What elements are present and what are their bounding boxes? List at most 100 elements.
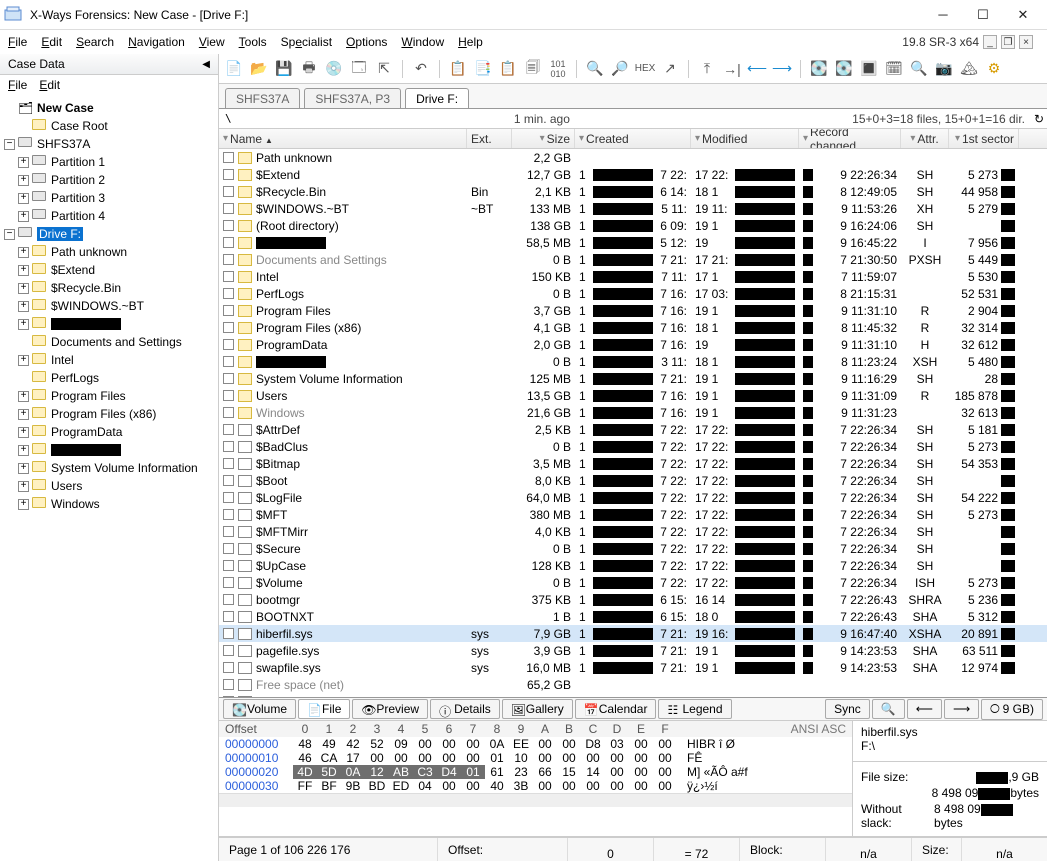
tree-toggle[interactable]: +	[18, 481, 29, 492]
tree-toggle[interactable]: +	[18, 211, 29, 222]
tree-drive-f[interactable]: −Drive F:	[4, 225, 218, 243]
tree-perflogs[interactable]: PerfLogs	[4, 369, 218, 387]
file-row[interactable]: $MFT380 MB17 22:17 22:7 22:26:34SH5 273	[219, 506, 1047, 523]
viewtab-legend[interactable]: ☷Legend	[658, 699, 731, 719]
hex-row[interactable]: 000000204D5D0A12ABC3D4016123661514000000…	[219, 765, 852, 779]
find-hex-icon[interactable]: 🔎	[609, 58, 631, 80]
tree-toggle[interactable]: +	[18, 247, 29, 258]
viewtab-details[interactable]: ⓘDetails	[430, 699, 500, 719]
col-record[interactable]: ▾Record changed	[799, 129, 901, 148]
tree-toggle[interactable]: +	[18, 319, 29, 330]
back-icon[interactable]: ⟵	[746, 58, 768, 80]
file-row[interactable]: $Secure0 B17 22:17 22:7 22:26:34SH	[219, 540, 1047, 557]
refresh-icon[interactable]: ↻	[1031, 112, 1047, 126]
tree-toggle[interactable]: +	[18, 157, 29, 168]
tree-extend[interactable]: +$Extend	[4, 261, 218, 279]
tree-toggle[interactable]: −	[4, 139, 15, 150]
tree-caseroot[interactable]: Case Root	[4, 117, 218, 135]
maximize-button[interactable]: ☐	[963, 1, 1003, 29]
save-as-icon[interactable]: 🖶	[298, 58, 320, 80]
tree-toggle[interactable]: +	[18, 499, 29, 510]
hex-row[interactable]: 0000001046CA1700000000000110000000000000…	[219, 751, 852, 765]
tab-drive-f[interactable]: Drive F:	[405, 88, 469, 108]
file-row[interactable]: BOOTNXT1 B16 15:18 07 22:26:43SHA5 312	[219, 608, 1047, 625]
file-row[interactable]: $Volume0 B17 22:17 22:7 22:26:34ISH5 273	[219, 574, 1047, 591]
menu-help[interactable]: Help	[458, 35, 483, 49]
copy3-icon[interactable]: 🗐	[522, 58, 544, 80]
file-row[interactable]: Path unknown2,2 GB	[219, 149, 1047, 166]
image-icon[interactable]: 🗔	[348, 58, 370, 80]
col-sector[interactable]: ▾1st sector	[949, 129, 1019, 148]
menu-edit[interactable]: Edit	[41, 35, 62, 49]
file-row[interactable]: Documents and Settings0 B17 21:17 21:7 2…	[219, 251, 1047, 268]
file-row[interactable]: Program Files (x86)4,1 GB17 16:18 18 11:…	[219, 319, 1047, 336]
hex-copy-icon[interactable]: 101010	[547, 58, 569, 80]
file-row[interactable]: (Root directory)138 GB16 09:19 19 16:24:…	[219, 217, 1047, 234]
tree-toggle[interactable]: +	[18, 409, 29, 420]
menu-file[interactable]: File	[8, 35, 27, 49]
paste-icon[interactable]: 📋	[497, 58, 519, 80]
menu-options[interactable]: Options	[346, 35, 387, 49]
file-row[interactable]: 58,5 MB15 12:199 16:45:22I7 956	[219, 234, 1047, 251]
file-row[interactable]: PerfLogs0 B17 16:17 03:8 21:15:3152 531	[219, 285, 1047, 302]
menu-search[interactable]: Search	[76, 35, 114, 49]
tab-shfs37a[interactable]: SHFS37A	[225, 88, 300, 108]
hex-row[interactable]: 00000030FFBF9BBDED040000403B000000000000…	[219, 779, 852, 793]
forward-icon[interactable]: ⟶	[771, 58, 793, 80]
copy-icon[interactable]: 📋	[447, 58, 469, 80]
file-row[interactable]: $Recycle.BinBin2,1 KB16 14:18 18 12:49:0…	[219, 183, 1047, 200]
col-ext[interactable]: Ext.	[467, 129, 512, 148]
calendar-icon[interactable]: 🗓	[883, 58, 905, 80]
viewtab-search[interactable]: 🔍	[872, 699, 905, 719]
viewtab-next[interactable]: ⟶	[944, 699, 979, 719]
sidebar-menu-edit[interactable]: Edit	[39, 78, 60, 92]
case-tree[interactable]: 🗂New CaseCase Root−SHFS37A+Partition 1+P…	[0, 95, 218, 861]
undo-icon[interactable]: ↶	[410, 58, 432, 80]
hex-scrollbar[interactable]	[219, 793, 852, 807]
viewtab-size[interactable]: 🞅 9 GB)	[981, 699, 1043, 720]
mdi-restore-icon[interactable]: ❐	[1001, 35, 1015, 49]
minimize-button[interactable]: ─	[923, 1, 963, 29]
col-attr[interactable]: ▾Attr.	[901, 129, 949, 148]
col-name[interactable]: ▾Name	[219, 129, 467, 148]
copy2-icon[interactable]: 📑	[472, 58, 494, 80]
file-row[interactable]: Intel150 KB17 11:17 17 11:59:075 530	[219, 268, 1047, 285]
tree-svi[interactable]: +System Volume Information	[4, 459, 218, 477]
tree-root[interactable]: 🗂New Case	[4, 99, 218, 117]
tab-shfs37a-p3[interactable]: SHFS37A, P3	[304, 88, 401, 108]
file-row[interactable]: Windows21,6 GB17 16:19 19 11:31:2332 613	[219, 404, 1047, 421]
file-row[interactable]: System Volume Information125 MB17 21:19 …	[219, 370, 1047, 387]
export-icon[interactable]: ⇱	[373, 58, 395, 80]
disk-icon[interactable]: 💿	[323, 58, 345, 80]
close-button[interactable]: ✕	[1003, 1, 1043, 29]
tree-partition-3[interactable]: +Partition 3	[4, 189, 218, 207]
tree-toggle[interactable]: +	[18, 355, 29, 366]
col-created[interactable]: ▾Created	[575, 129, 691, 148]
find-icon[interactable]: 🔍	[584, 58, 606, 80]
tree-windows-bt[interactable]: +$WINDOWS.~BT	[4, 297, 218, 315]
file-row[interactable]: 0 B13 11:18 18 11:23:24XSH5 480	[219, 353, 1047, 370]
viewtab-prev[interactable]: ⟵	[907, 699, 942, 719]
file-row[interactable]: swapfile.syssys16,0 MB17 21:19 19 14:23:…	[219, 659, 1047, 676]
tree-toggle[interactable]: −	[4, 229, 15, 240]
menu-tools[interactable]: Tools	[239, 35, 267, 49]
search-icon[interactable]: 🔍	[908, 58, 930, 80]
viewtab-preview[interactable]: 👁Preview	[352, 699, 428, 719]
tree-programdata[interactable]: +ProgramData	[4, 423, 218, 441]
disk1-icon[interactable]: 💽	[808, 58, 830, 80]
viewtab-gallery[interactable]: 🖼Gallery	[502, 699, 573, 719]
tree-redacted-1[interactable]: +	[4, 315, 218, 333]
tree-toggle[interactable]: +	[18, 175, 29, 186]
mdi-minimize-icon[interactable]: _	[983, 35, 997, 49]
tree-toggle[interactable]: +	[18, 445, 29, 456]
camera-icon[interactable]: 📷	[933, 58, 955, 80]
file-row[interactable]: $Extend12,7 GB17 22:17 22:9 22:26:34SH5 …	[219, 166, 1047, 183]
file-row[interactable]: $MFTMirr4,0 KB17 22:17 22:7 22:26:34SH	[219, 523, 1047, 540]
go-start-icon[interactable]: ⤒	[696, 58, 718, 80]
new-icon[interactable]: 📄	[223, 58, 245, 80]
tree-documents-settings[interactable]: Documents and Settings	[4, 333, 218, 351]
tree-intel[interactable]: +Intel	[4, 351, 218, 369]
file-row[interactable]: bootmgr375 KB16 15:16 147 22:26:43SHRA5 …	[219, 591, 1047, 608]
tree-toggle[interactable]: +	[18, 391, 29, 402]
tree-partition-1[interactable]: +Partition 1	[4, 153, 218, 171]
